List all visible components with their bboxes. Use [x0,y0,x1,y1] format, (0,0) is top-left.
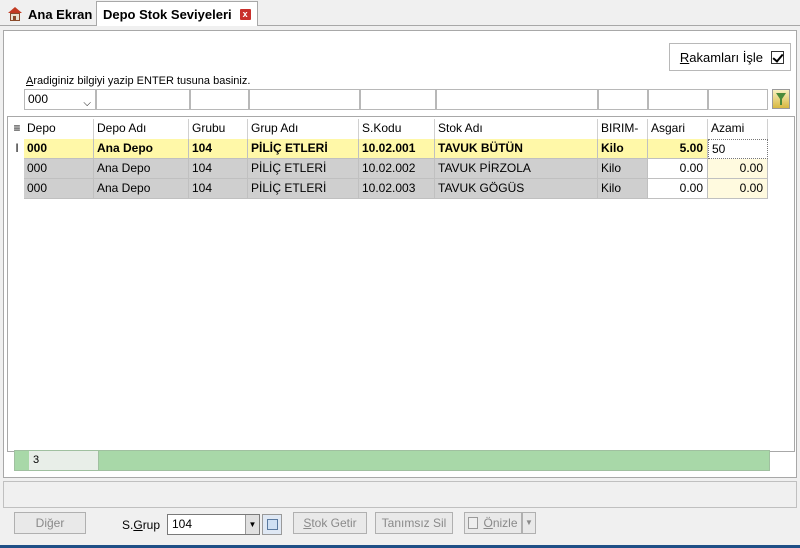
row-edit-indicator: I [15,141,19,155]
cell-grup-adi[interactable]: PİLİÇ ETLERİ [248,179,359,199]
rakamlari-isle-accel: R [679,49,690,65]
filter-asgari[interactable] [648,89,708,110]
rakamlari-isle-label: akamları İşle [689,49,763,65]
tab-ana-ekran[interactable]: Ana Ekran [2,2,98,26]
col-header-depo-adi[interactable]: Depo Adı [94,119,189,139]
cell-asgari[interactable]: 0.00 [648,159,708,179]
filter-grubu[interactable] [190,89,249,110]
cell-depo[interactable]: 000 [24,159,94,179]
funnel-icon [776,93,786,105]
sgrup-lookup-button[interactable] [262,514,282,535]
col-header-birim[interactable]: BIRIM- [598,119,648,139]
filter-azami[interactable] [708,89,768,110]
filter-depo-combo[interactable]: 000 ⌵ [24,89,96,110]
tab-depo-stok-seviyeleri[interactable]: Depo Stok Seviyeleri x [96,1,258,26]
chevron-down-icon[interactable]: ▼ [245,515,259,534]
cell-depo[interactable]: 000 [24,179,94,199]
tab-label: Ana Ekran [28,6,93,22]
filter-button[interactable] [772,89,790,109]
cell-grup-adi[interactable]: PİLİÇ ETLERİ [248,159,359,179]
stock-grid[interactable]: ≡ Depo Depo Adı Grubu Grup Adı S.Kodu St… [7,116,795,452]
tab-strip: Ana Ekran Depo Stok Seviyeleri x [0,0,800,26]
col-header-stok-adi[interactable]: Stok Adı [435,119,598,139]
cell-depo-adi[interactable]: Ana Depo [94,139,189,159]
cell-stok-adi[interactable]: TAVUK BÜTÜN [435,139,598,159]
col-header-s-kodu[interactable]: S.Kodu [359,119,435,139]
cell-asgari[interactable]: 5.00 [648,139,708,159]
cell-stok-adi[interactable]: TAVUK GÖGÜS [435,179,598,199]
stok-getir-button[interactable]: Stok Getir [293,512,367,534]
cell-depo[interactable]: 000 [24,139,94,159]
cell-grubu[interactable]: 104 [189,139,248,159]
search-hint: Aradiginiz bilgiyi yazip ENTER tusuna ba… [26,75,251,87]
main-panel: Rakamları İşle Aradiginiz bilgiyi yazip … [3,30,797,478]
rakamlari-isle-checkbox[interactable]: Rakamları İşle [669,43,791,71]
cell-grubu[interactable]: 104 [189,179,248,199]
chevron-down-icon: ⌵ [83,98,91,109]
col-header-asgari[interactable]: Asgari [648,119,708,139]
cell-s-kodu[interactable]: 10.02.003 [359,179,435,199]
column-chooser-icon[interactable]: ≡ [10,119,24,139]
onizle-dropdown-caret-icon[interactable]: ▼ [522,512,536,534]
cell-depo-adi[interactable]: Ana Depo [94,179,189,199]
cell-azami[interactable]: 0.00 [708,179,768,199]
sgrup-label: S.Grup [122,518,161,532]
tanimsiz-sil-button[interactable]: Tanımsız Sil [375,512,453,534]
cell-birim[interactable]: Kilo [598,179,648,199]
grid-summary-bar: 3 [14,450,770,471]
bottom-toolbar: Di ğer S.Grup 104 ▼ Stok Getir Tanımsız S… [0,508,800,548]
lower-panel [3,481,797,508]
table-row[interactable]: 000 Ana Depo 104 PİLİÇ ETLERİ 10.02.002 … [10,159,770,179]
col-header-azami[interactable]: Azami [708,119,768,139]
filter-depo-adi[interactable] [96,89,190,110]
filter-birim[interactable] [598,89,648,110]
col-header-grup-adi[interactable]: Grup Adı [248,119,359,139]
tab-label: Depo Stok Seviyeleri [103,6,232,22]
row-count: 3 [29,451,99,470]
sgrup-combo[interactable]: 104 ▼ [167,514,260,535]
diger-button[interactable]: Di ğer [14,512,86,534]
cell-azami[interactable]: 0.00 [708,159,768,179]
cell-s-kodu[interactable]: 10.02.002 [359,159,435,179]
col-header-depo[interactable]: Depo [24,119,94,139]
table-row[interactable]: 000 Ana Depo 104 PİLİÇ ETLERİ 10.02.003 … [10,179,770,199]
close-icon[interactable]: x [239,8,251,20]
table-row[interactable]: I 000 Ana Depo 104 PİLİÇ ETLERİ 10.02.00… [10,139,770,159]
cell-depo-adi[interactable]: Ana Depo [94,159,189,179]
cell-birim[interactable]: Kilo [598,159,648,179]
cell-birim[interactable]: Kilo [598,139,648,159]
lookup-icon [267,519,278,530]
home-icon [8,7,22,21]
onizle-button[interactable]: Önizle [464,512,522,534]
col-header-grubu[interactable]: Grubu [189,119,248,139]
filter-grup-adi[interactable] [249,89,360,110]
checkbox-checked-icon[interactable] [771,50,784,64]
grid-header: ≡ Depo Depo Adı Grubu Grup Adı S.Kodu St… [10,119,770,139]
preview-icon [468,517,479,529]
cell-grup-adi[interactable]: PİLİÇ ETLERİ [248,139,359,159]
cell-stok-adi[interactable]: TAVUK PİRZOLA [435,159,598,179]
cell-asgari[interactable]: 0.00 [648,179,708,199]
cell-grubu[interactable]: 104 [189,159,248,179]
cell-azami-editor[interactable]: 50 [708,139,768,159]
filter-s-kodu[interactable] [360,89,436,110]
filter-stok-adi[interactable] [436,89,598,110]
cell-s-kodu[interactable]: 10.02.001 [359,139,435,159]
